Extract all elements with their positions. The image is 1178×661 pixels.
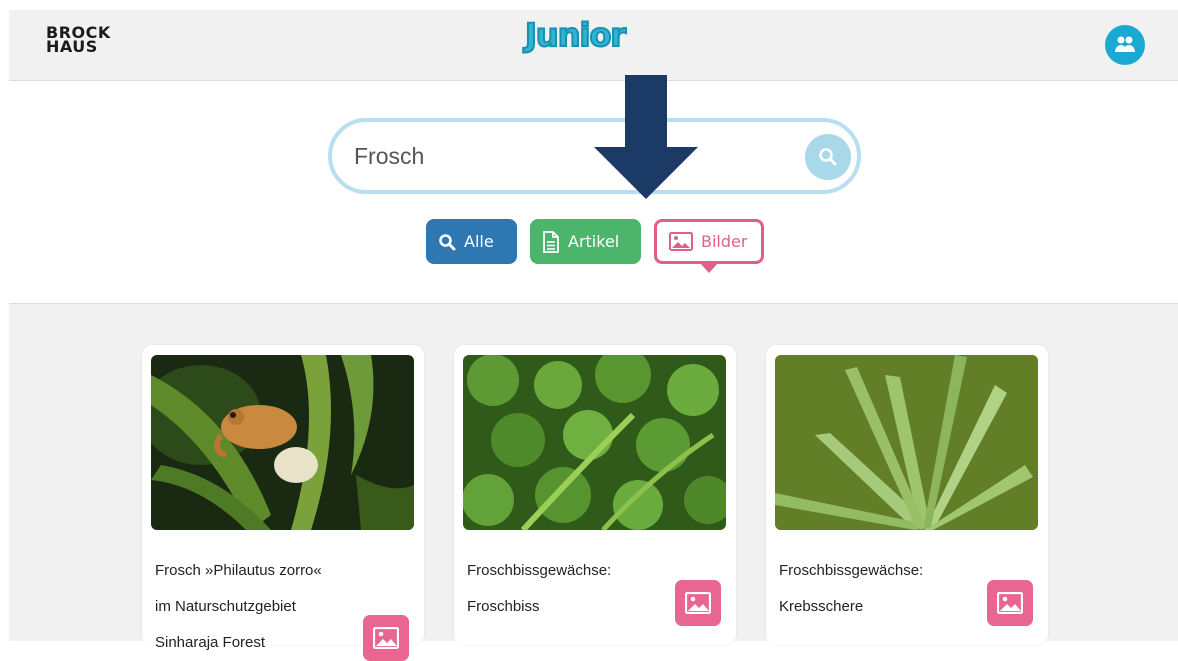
- image-icon: [669, 232, 693, 251]
- image-type-badge: [675, 580, 721, 626]
- brockhaus-logo[interactable]: BROCK HAUS: [46, 25, 111, 56]
- result-title[interactable]: Froschbissgewächse: Krebsschere: [779, 553, 979, 625]
- filter-artikel-button[interactable]: Artikel: [530, 219, 641, 264]
- result-title-line: im Naturschutzgebiet: [155, 598, 296, 615]
- result-title[interactable]: Froschbissgewächse: Froschbiss: [467, 553, 667, 625]
- filter-alle-label: Alle: [464, 232, 494, 251]
- logo-line-2: HAUS: [46, 37, 98, 56]
- result-card[interactable]: Froschbissgewächse: Froschbiss: [454, 345, 736, 645]
- result-image-krebsschere[interactable]: [775, 355, 1038, 530]
- image-type-badge: [987, 580, 1033, 626]
- result-card[interactable]: Froschbissgewächse: Krebsschere: [766, 345, 1048, 645]
- result-title-line: Froschbissgewächse:: [467, 562, 612, 579]
- image-type-badge: [363, 615, 409, 661]
- search-button[interactable]: [805, 134, 851, 180]
- search-icon: [438, 233, 456, 251]
- result-title-line: Froschbiss: [467, 598, 540, 615]
- filter-bilder-label: Bilder: [701, 232, 748, 251]
- result-title[interactable]: Frosch »Philautus zorro« im Naturschutzg…: [155, 553, 355, 661]
- result-image-frog[interactable]: [151, 355, 414, 530]
- top-bar: BROCK HAUS Junior: [9, 10, 1178, 81]
- down-arrow-annotation: [594, 75, 698, 199]
- image-icon: [373, 627, 399, 649]
- filter-bilder-button[interactable]: Bilder: [654, 219, 764, 264]
- result-title-line: Froschbissgewächse:: [779, 562, 924, 579]
- result-title-line: Frosch »Philautus zorro«: [155, 562, 322, 579]
- active-filter-pointer: [700, 263, 718, 273]
- result-title-line: Sinharaja Forest: [155, 634, 266, 651]
- user-profile-button[interactable]: [1105, 25, 1145, 65]
- search-icon: [819, 148, 837, 166]
- image-icon: [997, 592, 1023, 614]
- result-card[interactable]: Frosch »Philautus zorro« im Naturschutzg…: [142, 345, 424, 661]
- user-group-icon: [1115, 36, 1135, 52]
- image-icon: [685, 592, 711, 614]
- document-icon: [542, 230, 560, 253]
- junior-brand-logo[interactable]: Junior: [524, 15, 627, 55]
- result-image-froschbiss[interactable]: [463, 355, 726, 530]
- filter-alle-button[interactable]: Alle: [426, 219, 517, 264]
- result-title-line: Krebsschere: [779, 598, 864, 615]
- filter-artikel-label: Artikel: [568, 232, 620, 251]
